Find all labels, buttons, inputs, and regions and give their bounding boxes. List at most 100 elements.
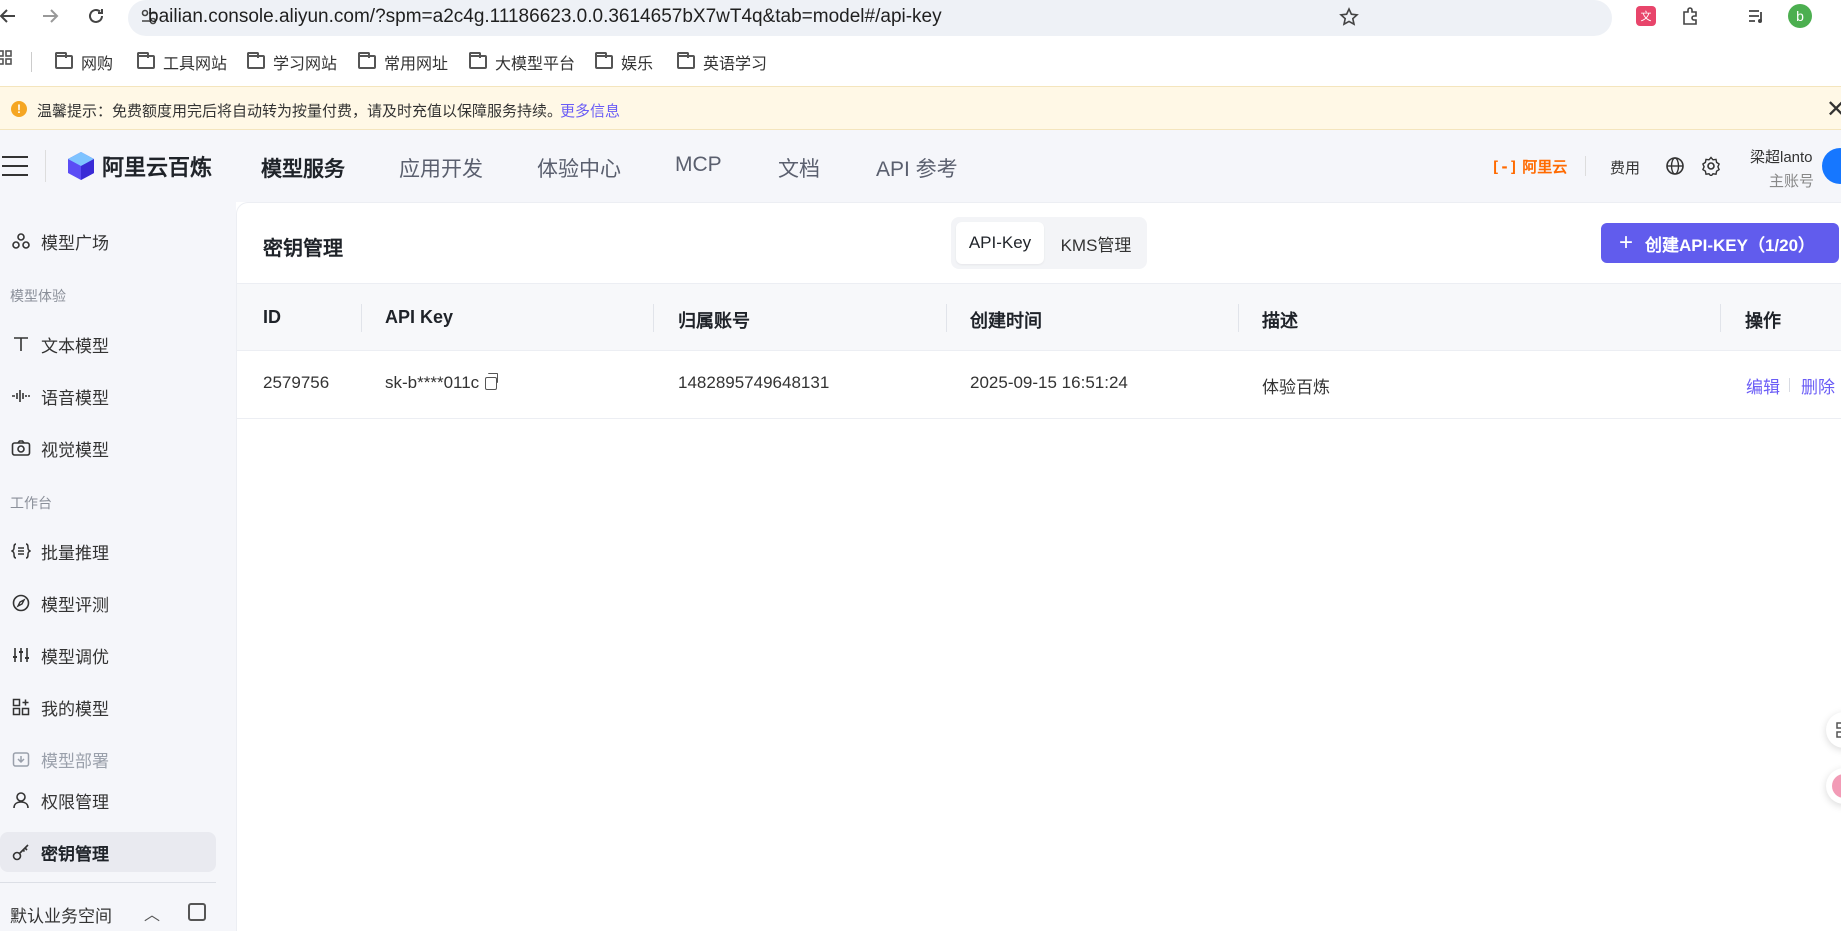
sidebar-item-model-deploy: 模型部署	[0, 739, 216, 779]
address-bar[interactable]: bailian.console.aliyun.com/?spm=a2c4g.11…	[128, 0, 1612, 36]
fee-link[interactable]: 费用	[1610, 157, 1640, 178]
translate-extension-icon[interactable]: 文	[1634, 4, 1658, 28]
bookmark-english[interactable]: 英语学习	[677, 50, 767, 74]
folder-icon	[358, 52, 376, 69]
bookmark-shopping[interactable]: 网购	[55, 50, 113, 74]
logo-text: 阿里云百炼	[102, 155, 213, 180]
workspace-selector[interactable]: 默认业务空间	[10, 902, 112, 927]
column-header-api-key: API Key	[385, 307, 454, 327]
sidebar-item-label: 视觉模型	[41, 440, 109, 460]
column-header-created: 创建时间	[970, 311, 1042, 331]
sidebar-item-key-management[interactable]: 密钥管理	[0, 832, 216, 872]
sidebar-item-text-model[interactable]: 文本模型	[0, 324, 216, 364]
sidebar-item-my-models[interactable]: 我的模型	[0, 687, 216, 727]
sidebar-item-vision-model[interactable]: 视觉模型	[0, 428, 216, 468]
compass-icon	[11, 593, 31, 613]
logo[interactable]: 阿里云百炼	[66, 150, 212, 182]
assistant-icon	[1832, 774, 1841, 798]
sidebar-item-label: 文本模型	[41, 336, 109, 356]
collapse-sidebar-icon[interactable]	[188, 903, 206, 921]
reload-icon[interactable]	[84, 4, 108, 28]
notice-more-link[interactable]: 更多信息	[560, 100, 620, 121]
notice-banner: ! 温馨提示：免费额度用完后将自动转为按量付费，请及时充值以保障服务持续。 更多…	[0, 86, 1841, 130]
delete-link[interactable]: 删除	[1801, 373, 1835, 398]
nav-mcp[interactable]: MCP	[675, 153, 722, 177]
folder-icon	[55, 52, 73, 69]
grid-icon	[11, 697, 31, 717]
copy-icon[interactable]	[485, 373, 499, 391]
user-role: 主账号	[1769, 173, 1815, 190]
menu-icon[interactable]	[2, 156, 28, 176]
bookmark-common[interactable]: 常用网址	[358, 50, 448, 74]
column-separator	[1238, 304, 1239, 332]
bookmark-tools[interactable]: 工具网站	[137, 50, 227, 74]
bookmarks-bar: 网购 工具网站 学习网站 常用网址 大模型平台 娱乐 英语学习	[0, 44, 1841, 78]
back-icon[interactable]	[0, 4, 20, 28]
browser-toolbar: bailian.console.aliyun.com/?spm=a2c4g.11…	[0, 0, 1841, 36]
edit-link[interactable]: 编辑	[1746, 373, 1780, 398]
bookmark-star-icon[interactable]	[1338, 6, 1360, 28]
folder-icon	[247, 52, 265, 69]
network-icon	[11, 231, 31, 251]
action-separator	[1789, 378, 1790, 392]
bookmark-label: 娱乐	[621, 56, 654, 73]
logo-icon	[68, 152, 94, 180]
sidebar-item-label: 权限管理	[41, 792, 109, 812]
braces-list-icon	[11, 541, 31, 561]
sidebar-item-model-tuning[interactable]: 模型调优	[0, 635, 216, 675]
nav-app-dev[interactable]: 应用开发	[399, 153, 483, 183]
extensions-icon[interactable]	[1678, 4, 1702, 28]
user-name[interactable]: 梁超lanto	[1750, 146, 1813, 167]
create-api-key-button[interactable]: + 创建API-KEY（1/20）	[1601, 223, 1839, 263]
bookmark-llm-platforms[interactable]: 大模型平台	[469, 50, 575, 74]
profile-initial: b	[1788, 4, 1812, 28]
sidebar-item-permissions[interactable]: 权限管理	[0, 780, 216, 820]
column-separator	[946, 304, 947, 332]
sidebar-item-batch-inference[interactable]: 批量推理	[0, 531, 216, 571]
aliyun-brand-link[interactable]: [-] 阿里云	[1491, 156, 1567, 177]
bookmark-label: 大模型平台	[495, 56, 576, 73]
cell-account: 1482895749648131	[678, 373, 830, 392]
settings-gear-icon[interactable]	[1700, 155, 1722, 177]
tab-api-key[interactable]: API-Key	[956, 222, 1044, 264]
create-button-label: 创建API-KEY（1/20）	[1645, 235, 1816, 255]
media-controls-icon[interactable]	[1744, 4, 1768, 28]
camera-icon	[11, 438, 31, 458]
nav-experience-center[interactable]: 体验中心	[537, 153, 621, 183]
tab-switcher: API-Key KMS管理	[951, 217, 1147, 269]
globe-icon[interactable]	[1664, 155, 1686, 177]
bookmark-label: 学习网站	[273, 56, 338, 73]
header-separator	[1585, 156, 1586, 176]
bookmark-label: 工具网站	[163, 56, 228, 73]
page-title: 密钥管理	[263, 238, 343, 260]
avatar[interactable]	[1822, 148, 1841, 184]
sliders-icon	[11, 645, 31, 665]
sidebar-item-model-evaluation[interactable]: 模型评测	[0, 583, 216, 623]
bookmark-label: 网购	[81, 56, 114, 73]
sidebar-item-label: 密钥管理	[41, 844, 109, 864]
apps-icon[interactable]	[0, 50, 12, 66]
sidebar-divider	[0, 882, 216, 883]
chevron-up-icon[interactable]: ︿	[144, 901, 160, 925]
plus-icon: +	[1619, 229, 1634, 256]
cell-created: 2025-09-15 16:51:24	[970, 373, 1128, 392]
profile-avatar[interactable]: b	[1788, 4, 1812, 28]
bookmark-learning[interactable]: 学习网站	[247, 50, 337, 74]
tab-kms[interactable]: KMS管理	[1048, 222, 1144, 264]
nav-model-service[interactable]: 模型服务	[261, 153, 345, 183]
close-icon[interactable]: ✕	[1826, 95, 1841, 124]
column-separator	[1720, 304, 1721, 332]
url-text[interactable]: bailian.console.aliyun.com/?spm=a2c4g.11…	[148, 6, 942, 28]
forward-icon[interactable]	[38, 4, 62, 28]
folder-icon	[677, 52, 695, 69]
aliyun-logo-icon: [-]	[1491, 158, 1519, 176]
nav-api-reference[interactable]: API 参考	[876, 153, 958, 183]
nav-docs[interactable]: 文档	[778, 153, 820, 183]
folder-icon	[595, 52, 613, 69]
sidebar-item-voice-model[interactable]: 语音模型	[0, 376, 216, 416]
bookmark-entertainment[interactable]: 娱乐	[595, 50, 653, 74]
bookmark-divider	[31, 52, 32, 72]
sidebar: 模型广场 模型体验 文本模型 语音模型 视觉模型 工作台 批量推理 模型评测 模…	[0, 202, 236, 931]
sidebar-item-label: 我的模型	[41, 699, 109, 719]
sidebar-item-model-plaza[interactable]: 模型广场	[0, 221, 216, 261]
